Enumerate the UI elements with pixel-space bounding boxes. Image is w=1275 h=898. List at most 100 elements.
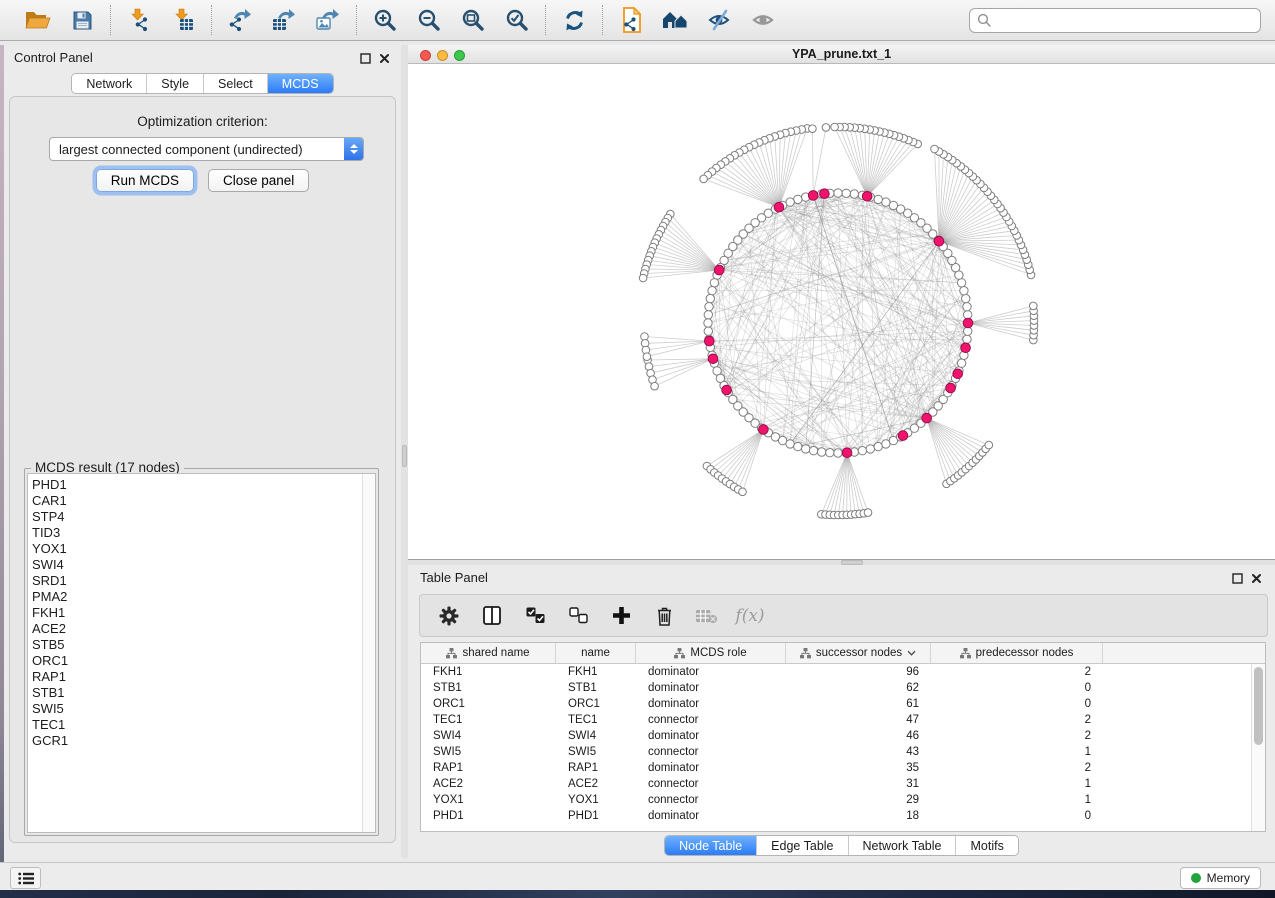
memory-button[interactable]: Memory (1180, 867, 1261, 889)
table-cell[interactable]: STB1 (556, 682, 636, 694)
mcds-result-item[interactable]: GCR1 (32, 733, 68, 749)
mcds-hub-node[interactable] (963, 318, 973, 328)
table-scrollbar[interactable] (1251, 664, 1265, 831)
mcds-result-item[interactable]: SWI4 (32, 557, 68, 573)
leaf-node[interactable] (809, 125, 817, 133)
table-cell[interactable]: SWI4 (421, 730, 556, 742)
table-cell[interactable]: SWI5 (556, 746, 636, 758)
minimize-window-icon[interactable] (437, 50, 448, 61)
table-cell[interactable]: 2 (931, 714, 1103, 726)
mcds-result-item[interactable]: SWI5 (32, 701, 68, 717)
delete-column-icon[interactable] (653, 604, 675, 628)
mcds-result-item[interactable]: YOX1 (32, 541, 68, 557)
refresh-icon[interactable] (559, 5, 589, 35)
table-cell[interactable]: connector (636, 794, 786, 806)
mcds-hub-node[interactable] (759, 425, 769, 435)
table-cell[interactable]: ORC1 (421, 698, 556, 710)
leaf-node[interactable] (985, 441, 993, 449)
vertical-splitter[interactable] (401, 45, 408, 858)
ring-node[interactable] (826, 449, 834, 457)
table-cell[interactable]: 47 (786, 714, 931, 726)
table-cell[interactable]: 2 (931, 730, 1103, 742)
export-table-icon[interactable] (269, 5, 299, 35)
table-row[interactable]: STB1STB1dominator620 (421, 680, 1265, 696)
leaf-node[interactable] (1030, 302, 1038, 310)
table-row[interactable]: ORC1ORC1dominator610 (421, 696, 1265, 712)
table-row[interactable]: FKH1FKH1dominator962 (421, 664, 1265, 680)
table-cell[interactable]: RAP1 (556, 762, 636, 774)
close-panel-icon[interactable] (379, 51, 390, 69)
mcds-result-list[interactable]: PHD1CAR1STP4TID3YOX1SWI4SRD1PMA2FKH1ACE2… (27, 473, 376, 833)
zoom-in-icon[interactable] (370, 5, 400, 35)
table-cell[interactable]: dominator (636, 762, 786, 774)
column-header-predecessor-nodes[interactable]: predecessor nodes (931, 643, 1103, 663)
table-cell[interactable]: ACE2 (421, 778, 556, 790)
ring-node[interactable] (708, 287, 716, 295)
table-cell[interactable]: 61 (786, 698, 931, 710)
ring-node[interactable] (818, 448, 826, 456)
ring-node[interactable] (874, 442, 882, 450)
table-cell[interactable]: 1 (931, 778, 1103, 790)
columns-icon[interactable] (481, 604, 503, 628)
table-cell[interactable]: dominator (636, 810, 786, 822)
ring-node[interactable] (960, 287, 968, 295)
close-window-icon[interactable] (420, 50, 431, 61)
ring-node[interactable] (802, 445, 810, 453)
ring-node[interactable] (842, 189, 850, 197)
tab-select[interactable]: Select (203, 74, 267, 93)
table-row[interactable]: SWI5SWI5connector431 (421, 744, 1265, 760)
ring-node[interactable] (858, 447, 866, 455)
mcds-result-item[interactable]: STB1 (32, 685, 68, 701)
table-cell[interactable]: YOX1 (556, 794, 636, 806)
mcds-hub-node[interactable] (946, 383, 956, 393)
vertical-splitter-grip[interactable] (402, 445, 407, 467)
mcds-hub-node[interactable] (862, 192, 872, 202)
mcds-result-item[interactable]: ACE2 (32, 621, 68, 637)
ring-node[interactable] (850, 190, 858, 198)
mcds-result-item[interactable]: STP4 (32, 509, 68, 525)
tab-node-table[interactable]: Node Table (665, 836, 756, 855)
table-row[interactable]: TEC1TEC1connector472 (421, 712, 1265, 728)
table-cell[interactable]: 0 (931, 810, 1103, 822)
mcds-hub-node[interactable] (705, 336, 715, 346)
table-cell[interactable]: TEC1 (421, 714, 556, 726)
save-session-icon[interactable] (67, 5, 97, 35)
ring-node[interactable] (963, 335, 971, 343)
leaf-node[interactable] (651, 382, 659, 390)
table-cell[interactable]: dominator (636, 666, 786, 678)
tab-motifs[interactable]: Motifs (955, 836, 1017, 855)
table-cell[interactable]: YOX1 (421, 794, 556, 806)
table-cell[interactable]: STB1 (421, 682, 556, 694)
deselect-all-icon[interactable] (567, 604, 589, 628)
column-header-shared-name[interactable]: shared name (421, 643, 556, 663)
mcds-result-item[interactable]: TID3 (32, 525, 68, 541)
table-scrollbar-thumb[interactable] (1254, 667, 1263, 745)
table-cell[interactable]: 29 (786, 794, 931, 806)
table-cell[interactable]: 1 (931, 746, 1103, 758)
table-cell[interactable]: connector (636, 778, 786, 790)
mcds-result-item[interactable]: PMA2 (32, 589, 68, 605)
import-table-icon[interactable] (168, 5, 198, 35)
mcds-result-item[interactable]: SRD1 (32, 573, 68, 589)
ring-node[interactable] (834, 449, 842, 457)
table-cell[interactable]: TEC1 (556, 714, 636, 726)
mcds-result-item[interactable]: FKH1 (32, 605, 68, 621)
table-row[interactable]: PHD1PHD1dominator180 (421, 808, 1265, 824)
table-cell[interactable]: dominator (636, 730, 786, 742)
table-cell[interactable]: 31 (786, 778, 931, 790)
mcds-hub-node[interactable] (774, 202, 784, 212)
task-history-button[interactable] (10, 867, 41, 889)
column-header-successor-nodes[interactable]: successor nodes (786, 643, 931, 663)
tab-edge-table[interactable]: Edge Table (756, 836, 847, 855)
table-cell[interactable]: 35 (786, 762, 931, 774)
search-input[interactable] (969, 8, 1261, 33)
network-graph[interactable] (408, 64, 1275, 560)
houses-icon[interactable] (660, 5, 690, 35)
ring-node[interactable] (962, 294, 970, 302)
column-header-name[interactable]: name (556, 643, 636, 663)
open-session-icon[interactable] (23, 5, 53, 35)
network-window-titlebar[interactable]: YPA_prune.txt_1 (408, 45, 1275, 64)
mcds-result-item[interactable]: RAP1 (32, 669, 68, 685)
ring-node[interactable] (786, 440, 794, 448)
float-panel-icon[interactable] (360, 51, 371, 69)
